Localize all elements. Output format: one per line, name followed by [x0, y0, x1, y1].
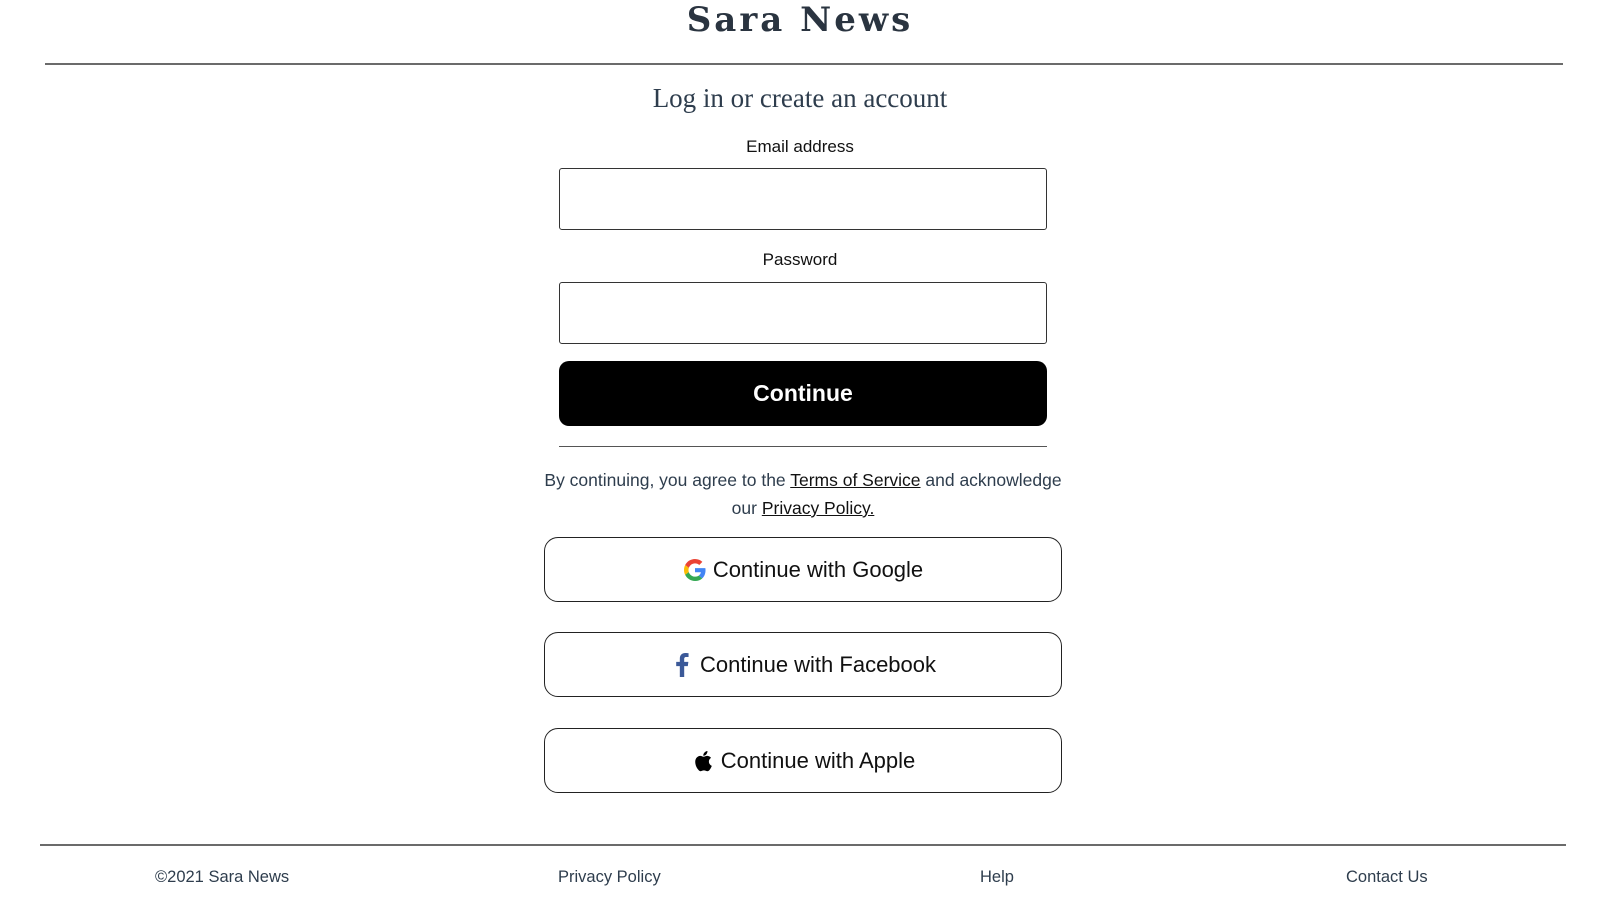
- facebook-button-label: Continue with Facebook: [699, 651, 937, 677]
- site-logo[interactable]: Sara News: [0, 0, 1600, 40]
- footer-divider: [40, 844, 1566, 846]
- footer-help-link[interactable]: Help: [980, 866, 1014, 888]
- password-field[interactable]: [559, 282, 1047, 344]
- footer-privacy-policy-link[interactable]: Privacy Policy: [558, 866, 661, 888]
- google-g-icon: [683, 558, 707, 582]
- privacy-policy-link[interactable]: Privacy Policy.: [762, 498, 874, 518]
- login-page: Sara News Log in or create an account Em…: [0, 0, 1600, 903]
- password-label: Password: [762, 250, 838, 269]
- footer-contact-us-link[interactable]: Contact Us: [1346, 866, 1428, 888]
- continue-button[interactable]: Continue: [559, 361, 1047, 426]
- email-field[interactable]: [559, 168, 1047, 230]
- terms-of-service-link[interactable]: Terms of Service: [790, 470, 920, 490]
- apple-icon: [691, 749, 715, 773]
- form-divider: [559, 446, 1047, 447]
- legal-prefix: By continuing, you agree to the: [544, 470, 791, 490]
- continue-with-google-button[interactable]: Continue with Google: [544, 537, 1062, 602]
- continue-with-apple-button[interactable]: Continue with Apple: [544, 728, 1062, 793]
- footer-copyright: ©2021 Sara News: [155, 868, 290, 886]
- legal-notice: By continuing, you agree to the Terms of…: [540, 466, 1066, 522]
- page-title: Log in or create an account: [652, 83, 948, 113]
- header-divider: [45, 63, 1563, 65]
- apple-button-label: Continue with Apple: [720, 747, 916, 773]
- email-label: Email address: [746, 137, 854, 156]
- continue-with-facebook-button[interactable]: Continue with Facebook: [544, 632, 1062, 697]
- google-button-label: Continue with Google: [712, 556, 924, 582]
- facebook-f-icon: [670, 652, 694, 677]
